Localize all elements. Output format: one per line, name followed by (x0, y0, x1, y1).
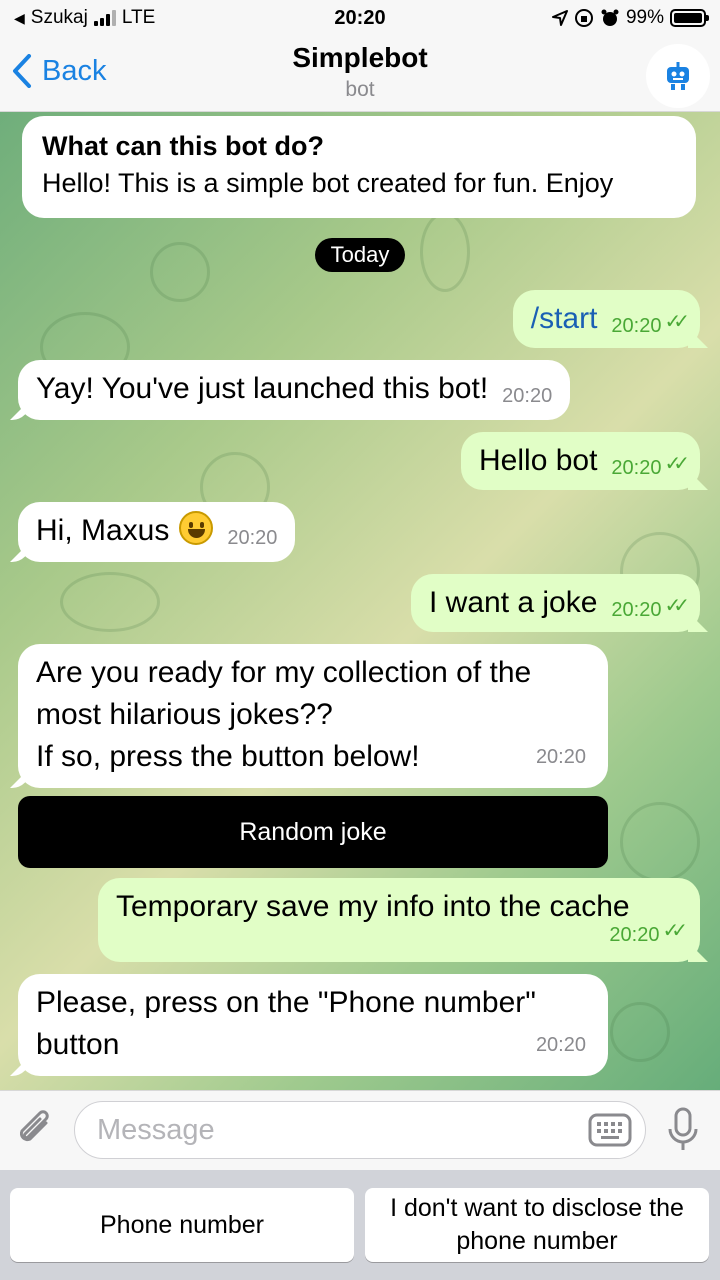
voice-record-button[interactable] (666, 1107, 700, 1158)
reply-keyboard: Phone number I don't want to disclose th… (0, 1170, 720, 1280)
bubble-tail (688, 328, 708, 348)
robot-icon (667, 62, 689, 90)
bubble-tail (10, 542, 30, 562)
bubble-tail (10, 1056, 30, 1076)
message-time: 20:20 (227, 527, 278, 549)
chat-area[interactable]: What can this bot do? Hello! This is a s… (0, 112, 720, 1090)
bot-description-text: Hello! This is a simple bot created for … (42, 168, 614, 198)
message-time: 20:20 (502, 385, 553, 407)
smiling-face-emoji-icon (179, 511, 214, 545)
message-time: 20:20 (609, 924, 660, 946)
chat-subtitle: bot (345, 78, 375, 101)
battery-icon (670, 9, 709, 27)
message-line: Are you ready for my collection of the (36, 656, 532, 689)
bubble-tail (10, 768, 30, 788)
message-line: If so, press the button below! (36, 740, 420, 773)
microphone-icon (668, 1107, 698, 1150)
message-incoming[interactable]: Yay! You've just launched this bot! 20:20 (10, 360, 571, 420)
read-checkmarks-icon: ✓✓ (664, 595, 689, 617)
read-checkmarks-icon: ✓✓ (664, 311, 689, 333)
bot-command-link[interactable]: /start (531, 302, 598, 335)
battery-percent: 99% (625, 7, 664, 28)
message-outgoing[interactable]: Hello bot 20:20 ✓✓ (461, 432, 708, 490)
message-incoming[interactable]: Are you ready for my collection of the m… (10, 644, 608, 788)
message-meta: 20:20 ✓✓ (595, 907, 687, 956)
paperclip-icon (19, 1110, 49, 1142)
keyboard-icon (588, 1113, 632, 1147)
decline-phone-label-line: phone number (456, 1227, 618, 1255)
status-right: 99% (551, 7, 709, 29)
message-time: 20:20 (535, 1034, 586, 1056)
message-time: 20:20 (611, 315, 662, 337)
message-time: 20:20 (535, 746, 586, 768)
bubble-tail (688, 470, 708, 490)
bubble-tail (10, 400, 30, 420)
date-separator: Today (315, 238, 405, 272)
decline-phone-label-line: I don't want to disclose the (390, 1194, 684, 1222)
random-joke-button[interactable]: Random joke (18, 796, 608, 868)
message-time: 20:20 (611, 457, 662, 479)
message-outgoing[interactable]: /start 20:20 ✓✓ (512, 290, 708, 348)
message-line: most hilarious jokes?? (36, 698, 333, 731)
location-icon (551, 10, 568, 26)
phone-number-label: Phone number (99, 1210, 264, 1239)
chat-header: Back Simplebot bot (0, 36, 720, 112)
message-line: button (36, 1028, 120, 1061)
alarm-icon (601, 9, 619, 26)
bubble-tail (688, 612, 708, 632)
bot-keyboard-toggle[interactable] (588, 1113, 632, 1152)
phone-number-button[interactable]: Phone number (10, 1188, 354, 1262)
message-text: Hello bot (479, 444, 598, 477)
read-checkmarks-icon: ✓✓ (664, 453, 689, 475)
message-incoming[interactable]: Please, press on the "Phone number" butt… (10, 974, 608, 1076)
background-doodle (420, 212, 470, 292)
message-text: Hi, Maxus (36, 514, 170, 547)
chat-title-block[interactable]: Simplebot bot (0, 42, 720, 102)
battery-fill (674, 13, 702, 23)
message-incoming[interactable]: Hi, Maxus 20:20 (10, 502, 296, 562)
message-outgoing[interactable]: Temporary save my info into the cache 20… (98, 878, 708, 962)
message-time: 20:20 (611, 599, 662, 621)
read-checkmarks-icon: ✓✓ (662, 920, 687, 942)
chat-title: Simplebot (292, 42, 428, 73)
background-doodle (610, 1002, 670, 1062)
rotation-lock-icon (574, 9, 593, 27)
background-doodle (60, 572, 160, 632)
message-input[interactable] (74, 1101, 646, 1159)
message-text: I want a joke (428, 586, 598, 619)
message-input-bar (0, 1090, 720, 1170)
bot-description-card: What can this bot do? Hello! This is a s… (22, 116, 696, 218)
status-bar: ◀ Szukaj LTE 20:20 99% (0, 0, 720, 36)
message-text: Yay! You've just launched this bot! (36, 372, 489, 405)
bot-avatar[interactable] (646, 44, 710, 108)
background-doodle (150, 242, 210, 302)
message-outgoing[interactable]: I want a joke 20:20 ✓✓ (410, 574, 708, 632)
decline-phone-button[interactable]: I don't want to disclose the phone numbe… (365, 1188, 709, 1262)
attach-button[interactable] (16, 1109, 56, 1156)
bubble-tail (688, 942, 708, 962)
message-line: Please, press on the "Phone number" (36, 986, 536, 1019)
bot-description-title: What can this bot do? (42, 131, 324, 161)
background-doodle (620, 802, 700, 882)
